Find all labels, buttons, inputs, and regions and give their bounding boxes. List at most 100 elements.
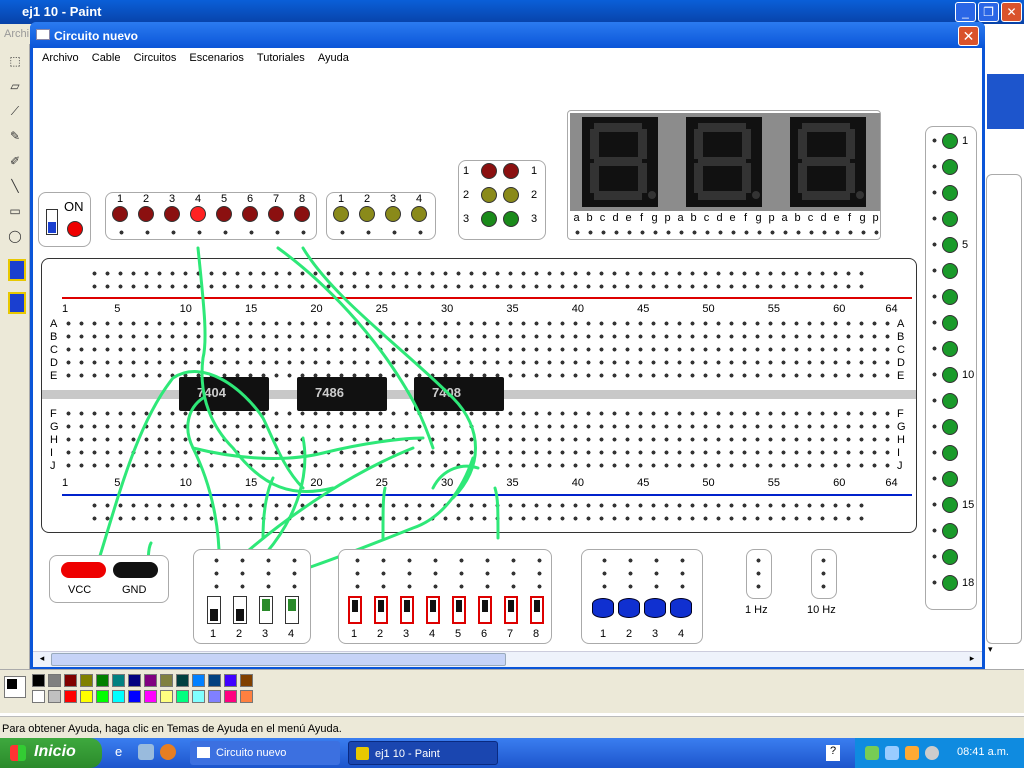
- push-button[interactable]: [644, 598, 666, 618]
- eraser-icon[interactable]: ▱: [5, 79, 25, 97]
- red-toggle-switch[interactable]: [400, 596, 414, 624]
- scroll-down-icon[interactable]: ▾: [988, 644, 1002, 658]
- vcc-connector[interactable]: [61, 562, 106, 578]
- palette-swatch[interactable]: [96, 674, 109, 687]
- maximize-button[interactable]: ❐: [978, 2, 999, 22]
- button-pin[interactable]: [676, 554, 687, 594]
- palette-swatch[interactable]: [176, 674, 189, 687]
- palette-swatch[interactable]: [176, 690, 189, 703]
- menu-archivo[interactable]: Archivo: [42, 52, 79, 64]
- palette-swatch[interactable]: [240, 674, 253, 687]
- menu-escenarios[interactable]: Escenarios: [189, 52, 243, 64]
- start-button[interactable]: Inicio: [0, 738, 102, 768]
- toggle-switch[interactable]: [285, 596, 299, 624]
- palette-swatch[interactable]: [240, 690, 253, 703]
- push-button[interactable]: [592, 598, 614, 618]
- scroll-left-icon[interactable]: ◂: [35, 653, 49, 666]
- clock-10hz[interactable]: [811, 549, 837, 599]
- red-toggle-switch[interactable]: [504, 596, 518, 624]
- circuit-close-button[interactable]: ✕: [958, 26, 979, 46]
- push-button[interactable]: [670, 598, 692, 618]
- switch-pin[interactable]: [236, 554, 247, 594]
- ellipse-icon[interactable]: ◯: [5, 229, 25, 247]
- palette-swatch[interactable]: [32, 674, 45, 687]
- palette-swatch[interactable]: [208, 690, 221, 703]
- menu-tutoriales[interactable]: Tutoriales: [257, 52, 305, 64]
- switch-pin[interactable]: [429, 554, 440, 594]
- palette-swatch[interactable]: [64, 690, 77, 703]
- palette-swatch[interactable]: [48, 690, 61, 703]
- wire[interactable]: [493, 486, 500, 540]
- palette-swatch[interactable]: [224, 690, 237, 703]
- clock-1hz[interactable]: [746, 549, 772, 599]
- switch-pin[interactable]: [533, 554, 544, 594]
- tray-icon[interactable]: [865, 746, 879, 760]
- palette-swatch[interactable]: [144, 674, 157, 687]
- red-toggle-switch[interactable]: [478, 596, 492, 624]
- tray-icon[interactable]: [905, 746, 919, 760]
- palette-swatch[interactable]: [96, 690, 109, 703]
- task-paint[interactable]: ej1 10 - Paint: [348, 741, 498, 765]
- horizontal-scrollbar[interactable]: ◂ ▸: [33, 651, 982, 667]
- red-toggle-switch[interactable]: [426, 596, 440, 624]
- switch-pin[interactable]: [481, 554, 492, 594]
- current-colors[interactable]: [4, 676, 26, 698]
- palette-swatch[interactable]: [112, 674, 125, 687]
- palette-swatch[interactable]: [144, 690, 157, 703]
- palette-swatch[interactable]: [80, 690, 93, 703]
- wire[interactable]: [276, 246, 435, 450]
- scroll-right-icon[interactable]: ▸: [965, 653, 979, 666]
- toggle-switch[interactable]: [233, 596, 247, 624]
- pencil-icon[interactable]: ✎: [5, 129, 25, 147]
- help-icon[interactable]: ?: [826, 745, 840, 761]
- palette-swatch[interactable]: [224, 674, 237, 687]
- switch-pin[interactable]: [455, 554, 466, 594]
- menu-ayuda[interactable]: Ayuda: [318, 52, 349, 64]
- palette-swatch[interactable]: [208, 674, 221, 687]
- palette-swatch[interactable]: [48, 674, 61, 687]
- palette-swatch[interactable]: [160, 690, 173, 703]
- select-icon[interactable]: ⬚: [5, 54, 25, 72]
- palette-swatch[interactable]: [32, 690, 45, 703]
- wire[interactable]: [301, 246, 477, 500]
- palette-swatch[interactable]: [80, 674, 93, 687]
- push-button[interactable]: [618, 598, 640, 618]
- ie-icon[interactable]: e: [115, 744, 131, 760]
- tray-icon[interactable]: [885, 746, 899, 760]
- button-pin[interactable]: [624, 554, 635, 594]
- palette-swatch[interactable]: [192, 674, 205, 687]
- switch-pin[interactable]: [288, 554, 299, 594]
- scrollbar-thumb[interactable]: [51, 653, 506, 666]
- palette-swatch[interactable]: [112, 690, 125, 703]
- switch-pin[interactable]: [377, 554, 388, 594]
- switch-pin[interactable]: [262, 554, 273, 594]
- palette-swatch[interactable]: [192, 690, 205, 703]
- red-toggle-switch[interactable]: [452, 596, 466, 624]
- switch-pin[interactable]: [351, 554, 362, 594]
- toggle-switch[interactable]: [207, 596, 221, 624]
- red-toggle-switch[interactable]: [530, 596, 544, 624]
- rectangle-icon[interactable]: ▭: [5, 204, 25, 222]
- menu-circuitos[interactable]: Circuitos: [134, 52, 177, 64]
- red-toggle-switch[interactable]: [348, 596, 362, 624]
- button-pin[interactable]: [598, 554, 609, 594]
- paint-close-button[interactable]: ✕: [1001, 2, 1022, 22]
- task-circuito[interactable]: Circuito nuevo: [190, 741, 340, 765]
- toggle-switch[interactable]: [259, 596, 273, 624]
- menu-cable[interactable]: Cable: [92, 52, 121, 64]
- desktop-icon[interactable]: [138, 744, 154, 760]
- tray-icon[interactable]: [925, 746, 939, 760]
- red-toggle-switch[interactable]: [374, 596, 388, 624]
- gnd-connector[interactable]: [113, 562, 158, 578]
- palette-swatch[interactable]: [128, 690, 141, 703]
- firefox-icon[interactable]: [160, 744, 176, 760]
- line-icon[interactable]: ╲: [5, 179, 25, 197]
- minimize-button[interactable]: _: [955, 2, 976, 22]
- palette-swatch[interactable]: [160, 674, 173, 687]
- switch-pin[interactable]: [507, 554, 518, 594]
- wire[interactable]: [261, 476, 275, 540]
- brush-icon[interactable]: ✐: [5, 154, 25, 172]
- palette-swatch[interactable]: [64, 674, 77, 687]
- eyedropper-icon[interactable]: ⟋: [5, 104, 25, 122]
- switch-pin[interactable]: [210, 554, 221, 594]
